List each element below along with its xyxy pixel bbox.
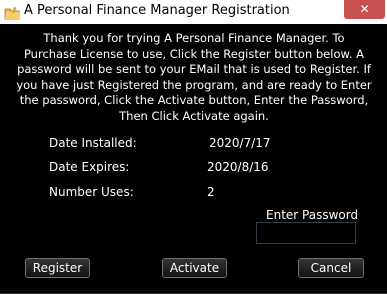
instructions-text: Thank you for trying A Personal Finance … <box>16 31 372 123</box>
close-button[interactable]: ✕ <box>344 0 385 19</box>
number-uses-value: 2 <box>207 185 215 199</box>
cancel-button[interactable]: Cancel <box>298 258 364 278</box>
date-expires-label: Date Expires: <box>49 160 130 174</box>
date-installed-value: 2020/7/17 <box>209 136 271 150</box>
password-input[interactable] <box>256 222 356 244</box>
number-uses-label: Number Uses: <box>49 185 134 199</box>
register-button[interactable]: Register <box>25 258 90 278</box>
title-bar[interactable]: A Personal Finance Manager Registration … <box>0 0 387 24</box>
activate-button[interactable]: Activate <box>162 258 227 278</box>
date-expires-value: 2020/8/16 <box>207 160 269 174</box>
enter-password-label: Enter Password <box>266 208 359 222</box>
folder-app-icon <box>4 5 20 20</box>
registration-dialog: A Personal Finance Manager Registration … <box>0 0 387 294</box>
window-title: A Personal Finance Manager Registration <box>24 3 290 18</box>
date-installed-label: Date Installed: <box>49 136 137 150</box>
close-icon: ✕ <box>359 2 370 16</box>
